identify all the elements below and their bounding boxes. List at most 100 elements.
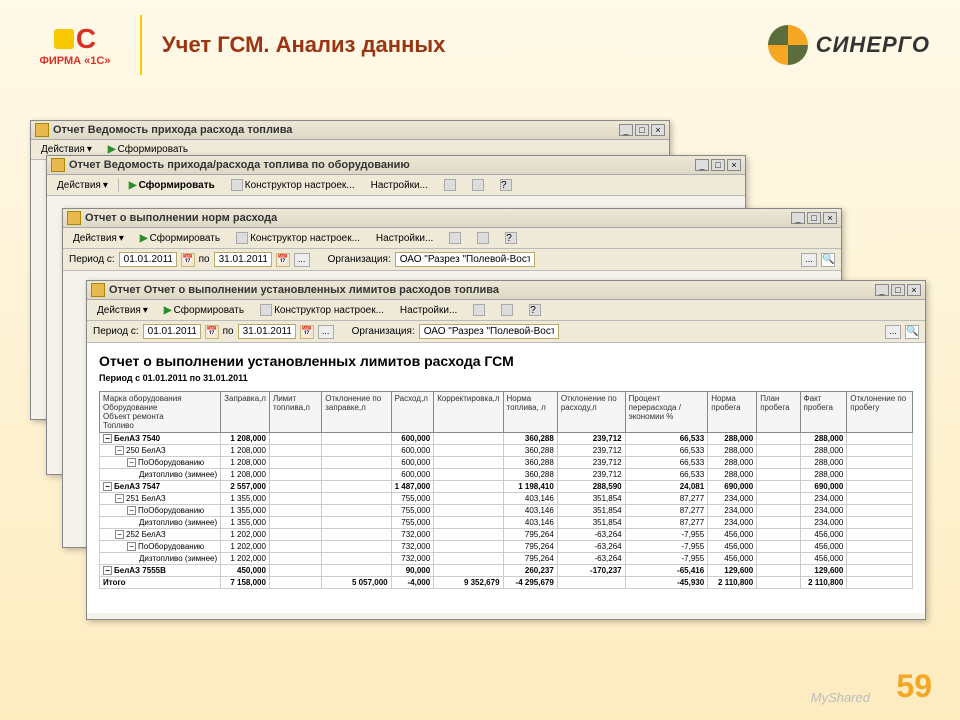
table-row[interactable]: −ПоОборудованию1 202,000732,000795,264-6… — [100, 541, 913, 553]
toolbar: Действия ▾ ▶Сформировать Конструктор нас… — [47, 175, 745, 196]
close-button[interactable]: × — [823, 212, 837, 224]
page-number: 59 — [896, 668, 932, 705]
window-titlebar[interactable]: Отчет Отчет о выполнении установленных л… — [87, 281, 925, 300]
logo-synergo: СИНЕРГО — [768, 25, 930, 65]
table-row[interactable]: −ПоОборудованию1 355,000755,000403,14635… — [100, 505, 913, 517]
table-row[interactable]: Дизтопливо (зимнее)1 202,000732,000795,2… — [100, 553, 913, 565]
search-icon[interactable]: 🔍 — [905, 325, 919, 339]
close-button[interactable]: × — [651, 124, 665, 136]
form-button[interactable]: ▶Сформировать — [158, 303, 250, 318]
window-icon — [91, 283, 105, 297]
search-icon[interactable]: 🔍 — [821, 253, 835, 267]
minimize-button[interactable]: _ — [619, 124, 633, 136]
minimize-button[interactable]: _ — [791, 212, 805, 224]
column-header: Отклонение по расходу,л — [557, 392, 625, 433]
tree-expand-icon[interactable]: − — [115, 530, 124, 539]
window-titlebar[interactable]: Отчет Ведомость прихода/расхода топлива … — [47, 156, 745, 175]
datepicker-icon[interactable]: 📅 — [276, 253, 290, 267]
tool-icon-1[interactable] — [443, 230, 467, 246]
help-icon: ? — [500, 179, 512, 191]
tool-icon-1[interactable] — [467, 302, 491, 318]
form-button[interactable]: ▶Сформировать — [134, 231, 226, 246]
more-button[interactable]: ... — [801, 253, 817, 267]
constructor-button[interactable]: Конструктор настроек... — [254, 302, 390, 318]
tree-expand-icon[interactable]: − — [115, 446, 124, 455]
form-button[interactable]: ▶Сформировать — [123, 178, 221, 193]
close-button[interactable]: × — [727, 159, 741, 171]
tool-icon-2[interactable] — [471, 230, 495, 246]
synergo-icon — [768, 25, 808, 65]
constructor-button[interactable]: Конструктор настроек... — [225, 177, 361, 193]
settings-button[interactable]: Настройки... — [394, 303, 463, 318]
tool-icon-2[interactable] — [495, 302, 519, 318]
tree-expand-icon[interactable]: − — [127, 458, 136, 467]
period-from-input[interactable] — [119, 252, 177, 267]
slide-header: С ФИРМА «1С» Учет ГСМ. Анализ данных СИН… — [0, 0, 960, 90]
constructor-button[interactable]: Конструктор настроек... — [230, 230, 366, 246]
org-input[interactable] — [419, 324, 559, 339]
table-row[interactable]: Дизтопливо (зимнее)1 355,000755,000403,1… — [100, 517, 913, 529]
tool-icon-1[interactable] — [438, 177, 462, 193]
toolbar: Действия ▾ ▶Сформировать Конструктор нас… — [87, 300, 925, 321]
table-row[interactable]: −БелАЗ 75472 557,0001 487,0001 198,41028… — [100, 481, 913, 493]
table-row[interactable]: −252 БелАЗ1 202,000732,000795,264-63,264… — [100, 529, 913, 541]
divider — [140, 15, 142, 75]
org-label: Организация: — [352, 326, 415, 337]
help-button[interactable]: ? — [523, 302, 547, 318]
close-button[interactable]: × — [907, 284, 921, 296]
help-button[interactable]: ? — [494, 177, 518, 193]
column-header: Марка оборудованияОборудованиеОбъект рем… — [100, 392, 221, 433]
window-title: Отчет Отчет о выполнении установленных л… — [109, 284, 875, 296]
tree-expand-icon[interactable]: − — [115, 494, 124, 503]
tool-icon-2[interactable] — [466, 177, 490, 193]
maximize-button[interactable]: □ — [807, 212, 821, 224]
report-table: Марка оборудованияОборудованиеОбъект рем… — [99, 391, 913, 589]
window-icon — [51, 158, 65, 172]
tree-expand-icon[interactable]: − — [127, 542, 136, 551]
datepicker-icon[interactable]: 📅 — [300, 325, 314, 339]
window-title: Отчет Ведомость прихода/расхода топлива … — [69, 159, 695, 171]
maximize-button[interactable]: □ — [635, 124, 649, 136]
period-more-button[interactable]: ... — [318, 325, 334, 339]
period-to-label: по — [199, 254, 210, 265]
column-header: Процент перерасхода / экономии % — [625, 392, 708, 433]
table-row[interactable]: −БелАЗ 7555В450,00090,000260,237-170,237… — [100, 565, 913, 577]
window-titlebar[interactable]: Отчет о выполнении норм расхода _ □ × — [63, 209, 841, 228]
minimize-button[interactable]: _ — [875, 284, 889, 296]
window-titlebar[interactable]: Отчет Ведомость прихода расхода топлива … — [31, 121, 669, 140]
datepicker-icon[interactable]: 📅 — [205, 325, 219, 339]
help-button[interactable]: ? — [499, 230, 523, 246]
period-to-input[interactable] — [238, 324, 296, 339]
table-row[interactable]: −251 БелАЗ1 355,000755,000403,146351,854… — [100, 493, 913, 505]
tree-expand-icon[interactable]: − — [103, 434, 112, 443]
window-title: Отчет Ведомость прихода расхода топлива — [53, 124, 619, 136]
table-row[interactable]: Дизтопливо (зимнее)1 208,000600,000360,2… — [100, 469, 913, 481]
period-from-input[interactable] — [143, 324, 201, 339]
table-row[interactable]: −250 БелАЗ1 208,000600,000360,288239,712… — [100, 445, 913, 457]
report-title: Отчет о выполнении установленных лимитов… — [99, 353, 913, 369]
period-bar: Период с: 📅 по 📅 ... Организация: ... 🔍 — [87, 321, 925, 343]
logo-1c: С ФИРМА «1С» — [30, 10, 120, 80]
tree-expand-icon[interactable]: − — [103, 566, 112, 575]
maximize-button[interactable]: □ — [891, 284, 905, 296]
settings-button[interactable]: Настройки... — [370, 231, 439, 246]
actions-button[interactable]: Действия ▾ — [67, 231, 130, 246]
period-to-input[interactable] — [214, 252, 272, 267]
org-input[interactable] — [395, 252, 535, 267]
more-button[interactable]: ... — [885, 325, 901, 339]
table-row[interactable]: −ПоОборудованию1 208,000600,000360,28823… — [100, 457, 913, 469]
period-more-button[interactable]: ... — [294, 253, 310, 267]
datepicker-icon[interactable]: 📅 — [181, 253, 195, 267]
settings-button[interactable]: Настройки... — [365, 178, 434, 193]
actions-button[interactable]: Действия ▾ — [51, 178, 114, 193]
minimize-button[interactable]: _ — [695, 159, 709, 171]
tree-expand-icon[interactable]: − — [127, 506, 136, 515]
column-header: Корректировка,л — [434, 392, 503, 433]
table-row[interactable]: −БелАЗ 75401 208,000600,000360,288239,71… — [100, 433, 913, 445]
table-row[interactable]: Итого7 158,0005 057,000-4,0009 352,679-4… — [100, 577, 913, 589]
actions-button[interactable]: Действия ▾ — [91, 303, 154, 318]
tree-expand-icon[interactable]: − — [103, 482, 112, 491]
window-icon — [67, 211, 81, 225]
maximize-button[interactable]: □ — [711, 159, 725, 171]
toolbar: Действия ▾ ▶Сформировать Конструктор нас… — [63, 228, 841, 249]
